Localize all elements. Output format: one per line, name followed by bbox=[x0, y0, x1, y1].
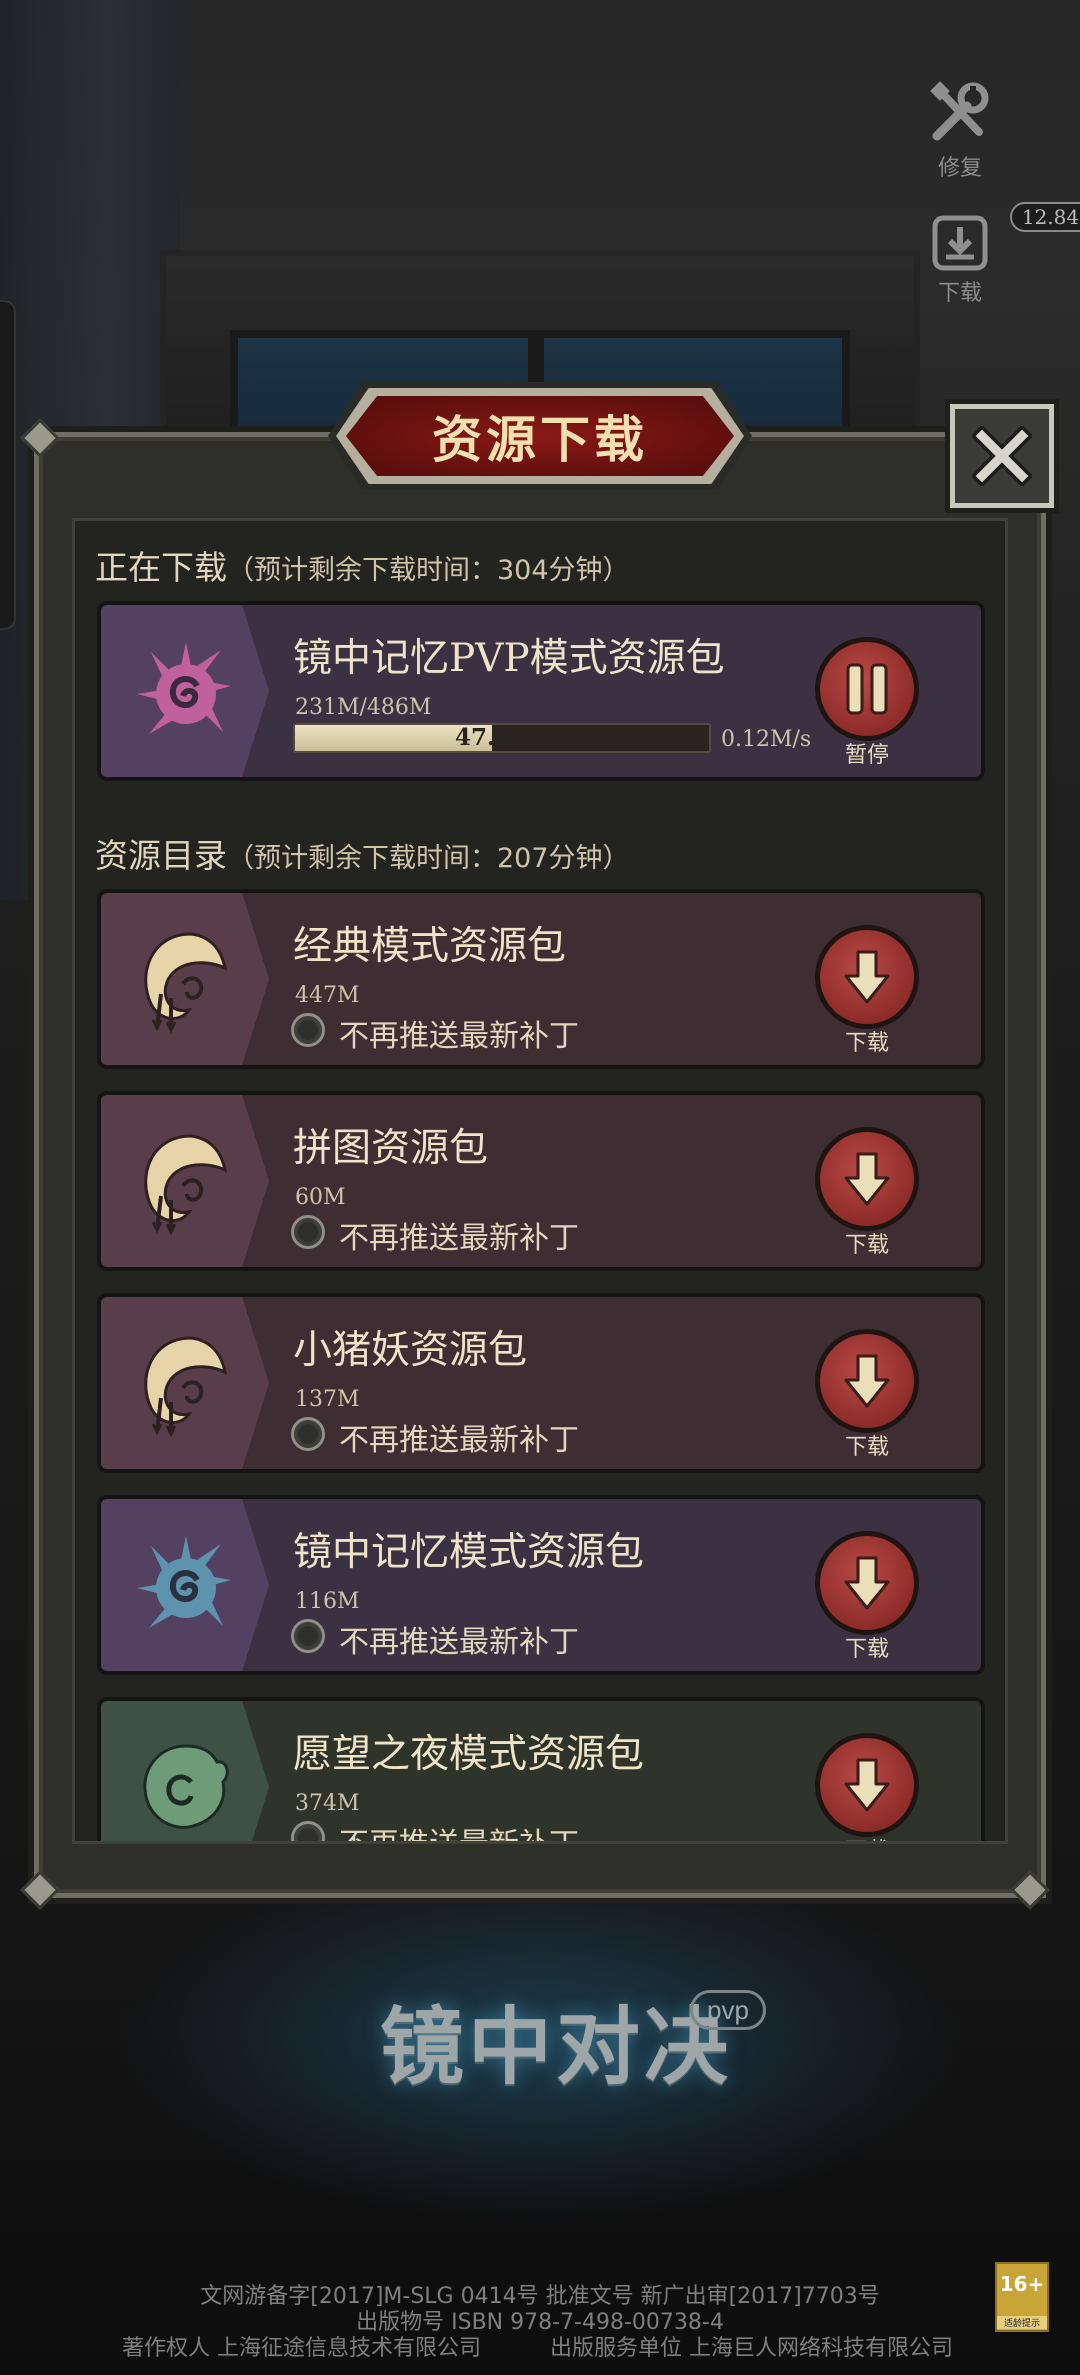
close-icon bbox=[972, 426, 1032, 486]
catalog-item-puzzle: 拼图资源包 60M 不再推送最新补丁 下载 bbox=[97, 1091, 985, 1271]
item-name: 拼图资源包 bbox=[293, 1126, 489, 1171]
age-rating-badge: 16+ 适龄提示 bbox=[995, 2262, 1049, 2332]
pause-icon bbox=[846, 663, 888, 715]
current-download-thumb bbox=[101, 605, 269, 777]
blue-spiral-emblem-icon bbox=[137, 1536, 231, 1628]
arrow-down-icon bbox=[844, 1556, 890, 1610]
pink-spiral-emblem-icon bbox=[137, 642, 231, 734]
close-button[interactable] bbox=[950, 404, 1054, 508]
download-tool-label: 下载 bbox=[937, 281, 982, 306]
game-logo: 镜中对决 bbox=[380, 1997, 733, 2096]
item-name: 愿望之夜模式资源包 bbox=[293, 1732, 645, 1777]
side-drawer-handle[interactable] bbox=[0, 300, 16, 630]
moon-spiral-icon bbox=[144, 1134, 228, 1236]
no-patch-radio[interactable] bbox=[291, 1013, 325, 1047]
arrow-down-icon bbox=[844, 1758, 890, 1812]
dialog-title: 资源下载 bbox=[432, 410, 648, 469]
dialog-title-plate: 资源下载 bbox=[346, 396, 734, 476]
catalog-item-mirror-memory: 镜中记忆模式资源包 116M 不再推送最新补丁 下载 bbox=[97, 1495, 985, 1675]
footer-publisher: 出版服务单位 上海巨人网络科技有限公司 bbox=[550, 2336, 953, 2361]
arrow-down-icon bbox=[844, 1152, 890, 1206]
download-label: 下载 bbox=[844, 1637, 889, 1662]
moon-spiral-icon bbox=[144, 1336, 228, 1438]
no-patch-label[interactable]: 不再推送最新补丁 bbox=[339, 1415, 579, 1459]
no-patch-radio[interactable] bbox=[291, 1619, 325, 1653]
green-leaf-spiral-icon bbox=[143, 1744, 229, 1829]
moon-spiral-icon bbox=[144, 932, 228, 1034]
catalog-remaining-time: （预计剩余下载时间：207分钟） bbox=[227, 843, 630, 874]
repair-label: 修复 bbox=[937, 156, 982, 181]
download-percent-badge: 12.84% bbox=[1010, 202, 1080, 232]
arrow-down-icon bbox=[844, 1354, 890, 1408]
item-name: 镜中记忆模式资源包 bbox=[293, 1530, 645, 1575]
downloading-heading: 正在下载（预计剩余下载时间：304分钟） bbox=[95, 548, 630, 587]
catalog-heading: 资源目录（预计剩余下载时间：207分钟） bbox=[95, 836, 630, 875]
current-download-card: 镜中记忆PVP模式资源包 231M/486M 47.47% 0.12M/s 暂停 bbox=[97, 601, 985, 781]
current-download-name: 镜中记忆PVP模式资源包 bbox=[293, 636, 725, 681]
item-name: 小猪妖资源包 bbox=[293, 1328, 528, 1373]
no-patch-label[interactable]: 不再推送最新补丁 bbox=[339, 1011, 579, 1055]
item-size: 137M bbox=[295, 1387, 360, 1412]
download-button[interactable] bbox=[815, 1733, 919, 1837]
download-label: 下载 bbox=[844, 1233, 889, 1258]
item-size: 447M bbox=[295, 983, 360, 1008]
wrench-screwdriver-icon bbox=[930, 81, 989, 141]
download-button[interactable] bbox=[815, 1127, 919, 1231]
download-button[interactable] bbox=[815, 925, 919, 1029]
download-label: 下载 bbox=[844, 1031, 889, 1056]
catalog-item-classic: 经典模式资源包 447M 不再推送最新补丁 下载 bbox=[97, 889, 985, 1069]
repair-button[interactable]: 修复 bbox=[900, 80, 1020, 182]
item-size: 116M bbox=[295, 1589, 360, 1614]
catalog-item-wish-night: 愿望之夜模式资源包 374M 不再推送最新补丁 下载 bbox=[97, 1697, 985, 1841]
download-label: 下载 bbox=[844, 1435, 889, 1460]
download-icon bbox=[932, 215, 988, 271]
arrow-down-icon bbox=[844, 950, 890, 1004]
dialog-content-panel[interactable]: 正在下载（预计剩余下载时间：304分钟） 镜中记忆PVP模式资源包 231M/4… bbox=[72, 518, 1008, 1844]
download-label: 下载 bbox=[815, 1833, 919, 1841]
no-patch-label[interactable]: 不再推送最新补丁 bbox=[339, 1819, 579, 1841]
current-download-progress: 47.47% bbox=[293, 723, 711, 753]
catalog-item-piglet: 小猪妖资源包 137M 不再推送最新补丁 下载 bbox=[97, 1293, 985, 1473]
downloading-remaining-time: （预计剩余下载时间：304分钟） bbox=[227, 555, 630, 586]
item-size: 60M bbox=[295, 1185, 346, 1210]
age-rating-note: 适龄提示 bbox=[997, 2316, 1047, 2329]
no-patch-label[interactable]: 不再推送最新补丁 bbox=[339, 1617, 579, 1661]
download-speed: 0.12M/s bbox=[721, 727, 812, 752]
no-patch-label[interactable]: 不再推送最新补丁 bbox=[339, 1213, 579, 1257]
footer-copyright: 著作权人 上海征途信息技术有限公司 bbox=[122, 2336, 481, 2361]
pause-button[interactable] bbox=[815, 637, 919, 741]
progress-percent: 47.47% bbox=[455, 724, 549, 751]
no-patch-radio[interactable] bbox=[291, 1821, 325, 1841]
download-button[interactable] bbox=[815, 1329, 919, 1433]
download-tool-button[interactable]: 下载 bbox=[900, 215, 1020, 307]
item-size: 374M bbox=[295, 1791, 360, 1816]
no-patch-radio[interactable] bbox=[291, 1215, 325, 1249]
pause-label: 暂停 bbox=[844, 743, 889, 768]
game-logo-badge: pvp bbox=[690, 1990, 766, 2030]
no-patch-radio[interactable] bbox=[291, 1417, 325, 1451]
download-button[interactable] bbox=[815, 1531, 919, 1635]
current-download-size: 231M/486M bbox=[295, 695, 432, 720]
item-name: 经典模式资源包 bbox=[293, 924, 567, 969]
